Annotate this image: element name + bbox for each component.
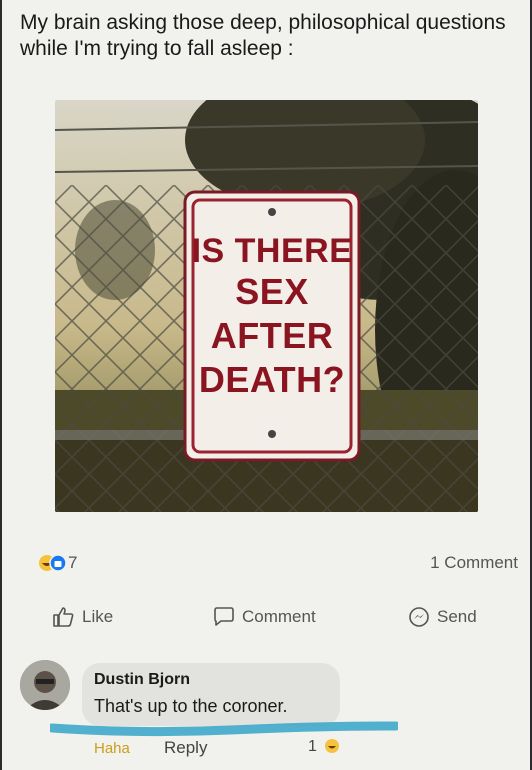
comment-count-link[interactable]: 1 Comment	[430, 553, 518, 573]
messenger-icon	[409, 607, 429, 627]
sign-line-1: IS THERE	[192, 232, 353, 270]
haha-icon	[325, 739, 339, 753]
reaction-count: 7	[68, 553, 78, 572]
comment-text: That's up to the coroner.	[94, 696, 288, 716]
sign-photo-illustration: IS THERE SEX AFTER DEATH?	[55, 100, 478, 512]
commenter-name[interactable]: Dustin Bjorn	[94, 671, 190, 689]
post-card: My brain asking those deep, philosophica…	[2, 0, 530, 770]
reaction-icons	[39, 554, 67, 572]
comment-button[interactable]: Comment	[212, 606, 316, 628]
highlight-underline	[50, 721, 398, 737]
avatar-image	[20, 660, 70, 710]
meme-caption: My brain asking those deep, philosophica…	[20, 11, 506, 60]
comment-reaction-count: 1	[308, 738, 317, 755]
sign-line-4: DEATH?	[199, 359, 345, 400]
sign-line-3: AFTER	[211, 315, 334, 356]
thumbs-up-icon	[53, 607, 74, 627]
sign: IS THERE SEX AFTER DEATH?	[183, 190, 361, 462]
sign-line-2: SEX	[235, 271, 309, 312]
like-label: Like	[82, 607, 114, 626]
comment-bubble-icon	[214, 607, 234, 626]
post-actions: Like Comment Send	[52, 606, 492, 634]
post-photo[interactable]: IS THERE SEX AFTER DEATH?	[55, 100, 478, 512]
comment-bubble: Dustin Bjorn That's up to the coroner.	[82, 663, 340, 726]
send-label: Send	[437, 607, 477, 626]
reactions-summary[interactable]: 7 1 Comment	[38, 550, 518, 578]
comment-label: Comment	[242, 607, 316, 626]
like-button[interactable]: Like	[52, 606, 113, 628]
reply-link[interactable]: Reply	[164, 738, 207, 758]
haha-reaction-link[interactable]: Haha	[94, 740, 130, 757]
comment-actions: Haha Reply 1	[94, 738, 364, 764]
send-button[interactable]: Send	[407, 606, 477, 628]
avatar[interactable]	[20, 660, 70, 710]
